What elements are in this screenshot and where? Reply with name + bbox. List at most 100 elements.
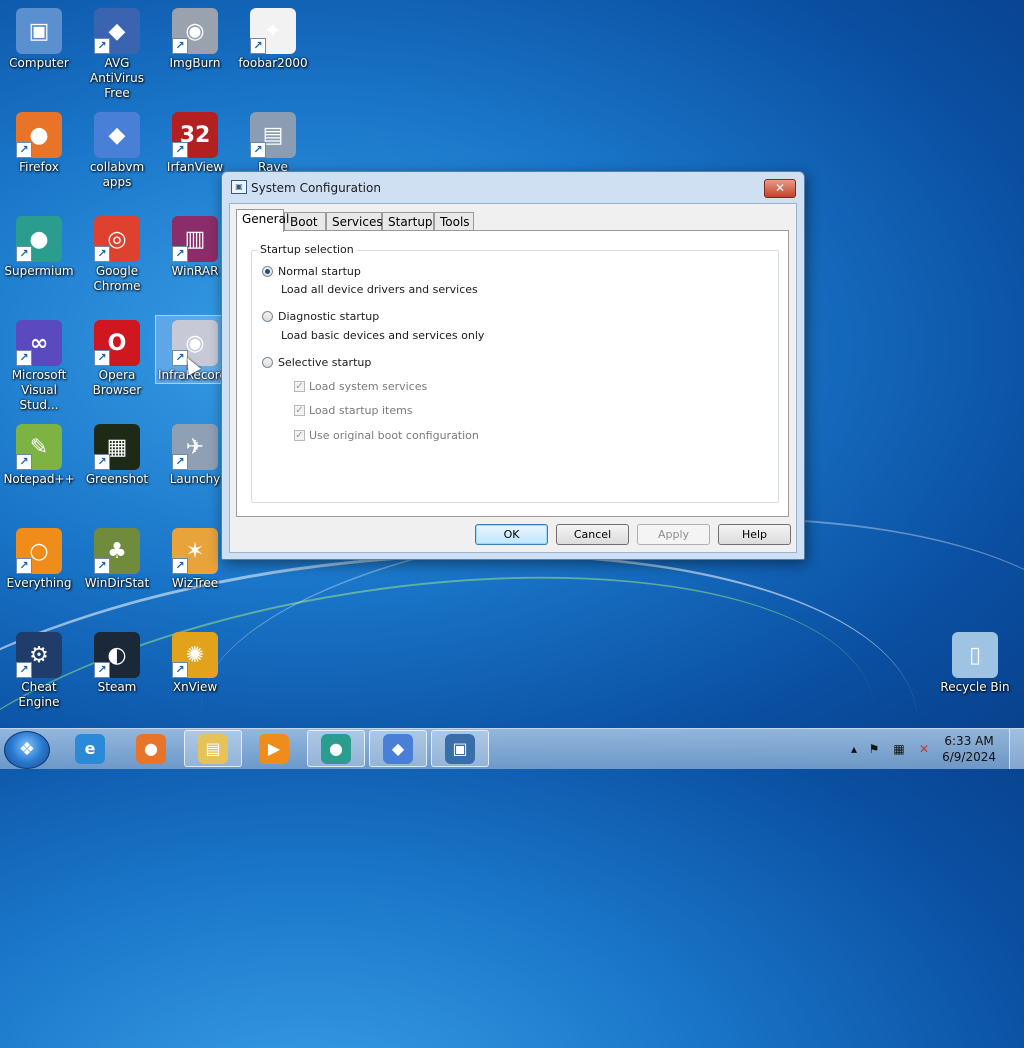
desktop-icon-label: Google Chrome: [93, 264, 141, 293]
icon-glyph: ▥: [184, 226, 206, 252]
desktop-icon-supermium[interactable]: ● ↗ Supermium: [0, 212, 78, 279]
icon-glyph: ⚙: [29, 642, 49, 668]
desktop-icon-notepad[interactable]: ✎ ↗ Notepad++: [0, 420, 78, 487]
everything-icon: ○ ↗: [16, 528, 62, 574]
desktop-icon-imgburn[interactable]: ◉ ↗ ImgBurn: [156, 4, 234, 71]
shortcut-arrow-icon: ↗: [94, 662, 110, 678]
shortcut-arrow-icon: ↗: [94, 558, 110, 574]
checkbox-indicator[interactable]: ✓: [294, 430, 305, 441]
shortcut-arrow-icon: ↗: [16, 454, 32, 470]
normal-startup-radio[interactable]: Normal startup: [262, 265, 361, 278]
desktop-icon-recycle-bin[interactable]: ▯ Recycle Bin: [936, 628, 1014, 695]
clock-date: 6/9/2024: [942, 750, 996, 764]
desktop-icon-cheat-engine[interactable]: ⚙ ↗ Cheat Engine: [0, 628, 78, 710]
tab-startup[interactable]: Startup: [382, 212, 434, 231]
taskbar-supermium-button[interactable]: ●: [307, 730, 365, 767]
cancel-button[interactable]: Cancel: [556, 524, 629, 545]
tray-chevron-icon[interactable]: ▴: [846, 741, 862, 757]
launchy-icon: ✈ ↗: [172, 424, 218, 470]
desktop-icon-label: Everything: [6, 576, 72, 590]
icon-glyph: ◉: [185, 330, 205, 356]
startup-selection-group: Startup selection Normal startup Load al…: [251, 243, 779, 503]
desktop-icon-google-chrome[interactable]: ◎ ↗ Google Chrome: [78, 212, 156, 294]
title-bar[interactable]: ▣ System Configuration ✕: [222, 172, 804, 202]
desktop-icon-avg-antivirus-free[interactable]: ◆ ↗ AVG AntiVirus Free: [78, 4, 156, 101]
shortcut-arrow-icon: ↗: [172, 558, 188, 574]
close-button[interactable]: ✕: [764, 179, 796, 198]
system-clock[interactable]: 6:33 AM 6/9/2024: [942, 733, 996, 765]
desktop-icon-collabvm-apps[interactable]: ◆ collabvm apps: [78, 108, 156, 190]
shortcut-arrow-icon: ↗: [172, 246, 188, 262]
taskbar: ❖ e ● ▤ ▶ ● ◆ ▣ ▴ ⚑ ▦ ✕ 6:33 AM 6/9/2024: [0, 728, 1024, 769]
desktop-icon-greenshot[interactable]: ▦ ↗ Greenshot: [78, 420, 156, 487]
checkbox-indicator[interactable]: ✓: [294, 381, 305, 392]
collabvm-apps-icon: ◆: [383, 733, 413, 764]
desktop-icon-steam[interactable]: ◐ ↗ Steam: [78, 628, 156, 695]
shortcut-arrow-icon: ↗: [16, 350, 32, 366]
desktop-icon-rave[interactable]: ▤ ↗ Rave: [234, 108, 312, 175]
desktop-icon-foobar2000[interactable]: ✦ ↗ foobar2000: [234, 4, 312, 71]
shortcut-arrow-icon: ↗: [16, 246, 32, 262]
shortcut-arrow-icon: ↗: [94, 454, 110, 470]
tab-tools[interactable]: Tools: [434, 212, 474, 231]
load-system-services-checkbox[interactable]: ✓ Load system services: [294, 380, 427, 393]
desktop-icon-label: Computer: [9, 56, 69, 70]
desktop-icon-xnview[interactable]: ✺ ↗ XnView: [156, 628, 234, 695]
computer-icon: ▣: [16, 8, 62, 54]
icon-glyph: ◆: [108, 18, 126, 44]
action-center-flag-icon[interactable]: ⚑: [866, 741, 882, 757]
vscode-icon: ∞ ↗: [16, 320, 62, 366]
taskbar-system-configuration-button[interactable]: ▣: [431, 730, 489, 767]
shortcut-arrow-icon: ↗: [16, 662, 32, 678]
desktop-icon-label: Notepad++: [3, 472, 75, 486]
tab-services[interactable]: Services: [326, 212, 383, 231]
desktop-icon-opera-browser[interactable]: O ↗ Opera Browser: [78, 316, 156, 398]
window-title: System Configuration: [251, 181, 381, 195]
desktop-icon-label: Cheat Engine: [18, 680, 60, 709]
help-button[interactable]: Help: [718, 524, 791, 545]
radio-indicator[interactable]: [262, 266, 273, 277]
recycle-bin-icon: ▯: [952, 632, 998, 678]
desktop-icon-firefox[interactable]: ● ↗ Firefox: [0, 108, 78, 175]
checkbox-label: Use original boot configuration: [309, 429, 479, 442]
taskbar-media-player-button[interactable]: ▶: [245, 730, 303, 767]
icon-glyph: ▣: [28, 18, 50, 44]
taskbar-internet-explorer-button[interactable]: e: [61, 730, 119, 767]
taskbar-file-explorer-button[interactable]: ▤: [184, 730, 242, 767]
file-explorer-icon: ▤: [198, 733, 228, 764]
load-startup-items-checkbox[interactable]: ✓ Load startup items: [294, 404, 413, 417]
ok-button[interactable]: OK: [475, 524, 548, 545]
tab-boot[interactable]: Boot: [284, 212, 326, 231]
radio-indicator[interactable]: [262, 311, 273, 322]
checkbox-indicator[interactable]: ✓: [294, 405, 305, 416]
use-original-boot-config-checkbox[interactable]: ✓ Use original boot configuration: [294, 429, 479, 442]
taskbar-collabvm-apps-button[interactable]: ◆: [369, 730, 427, 767]
show-desktop-button[interactable]: [1009, 729, 1024, 769]
diagnostic-startup-radio[interactable]: Diagnostic startup: [262, 310, 379, 323]
apply-button[interactable]: Apply: [637, 524, 710, 545]
wallpaper-swoosh: [0, 514, 904, 1048]
shortcut-arrow-icon: ↗: [172, 142, 188, 158]
shortcut-arrow-icon: ↗: [16, 142, 32, 158]
system-configuration-icon: ▣: [445, 733, 475, 764]
tab-general[interactable]: General: [236, 209, 289, 232]
start-button[interactable]: ❖: [4, 731, 50, 769]
folder-apps-icon: ◆: [94, 112, 140, 158]
desktop-icon-label: Microsoft Visual Stud...: [11, 368, 67, 412]
volume-muted-icon[interactable]: ✕: [916, 741, 932, 757]
taskbar-firefox-button[interactable]: ●: [122, 730, 180, 767]
desktop-icon-microsoft-visual-stud[interactable]: ∞ ↗ Microsoft Visual Stud...: [0, 316, 78, 413]
firefox-icon: ● ↗: [16, 112, 62, 158]
desktop-icon-everything[interactable]: ○ ↗ Everything: [0, 524, 78, 591]
desktop-icon-label: Recycle Bin: [940, 680, 1010, 694]
avg-icon: ◆ ↗: [94, 8, 140, 54]
notepadpp-icon: ✎ ↗: [16, 424, 62, 470]
icon-glyph: ▯: [968, 642, 982, 668]
radio-indicator[interactable]: [262, 357, 273, 368]
desktop-icon-windirstat[interactable]: ♣ ↗ WinDirStat: [78, 524, 156, 591]
network-icon[interactable]: ▦: [891, 741, 907, 757]
group-title: Startup selection: [258, 243, 356, 256]
desktop-icon-computer[interactable]: ▣ Computer: [0, 4, 78, 71]
desktop-icon-irfanview[interactable]: 32 ↗ IrfanView: [156, 108, 234, 175]
selective-startup-radio[interactable]: Selective startup: [262, 356, 371, 369]
